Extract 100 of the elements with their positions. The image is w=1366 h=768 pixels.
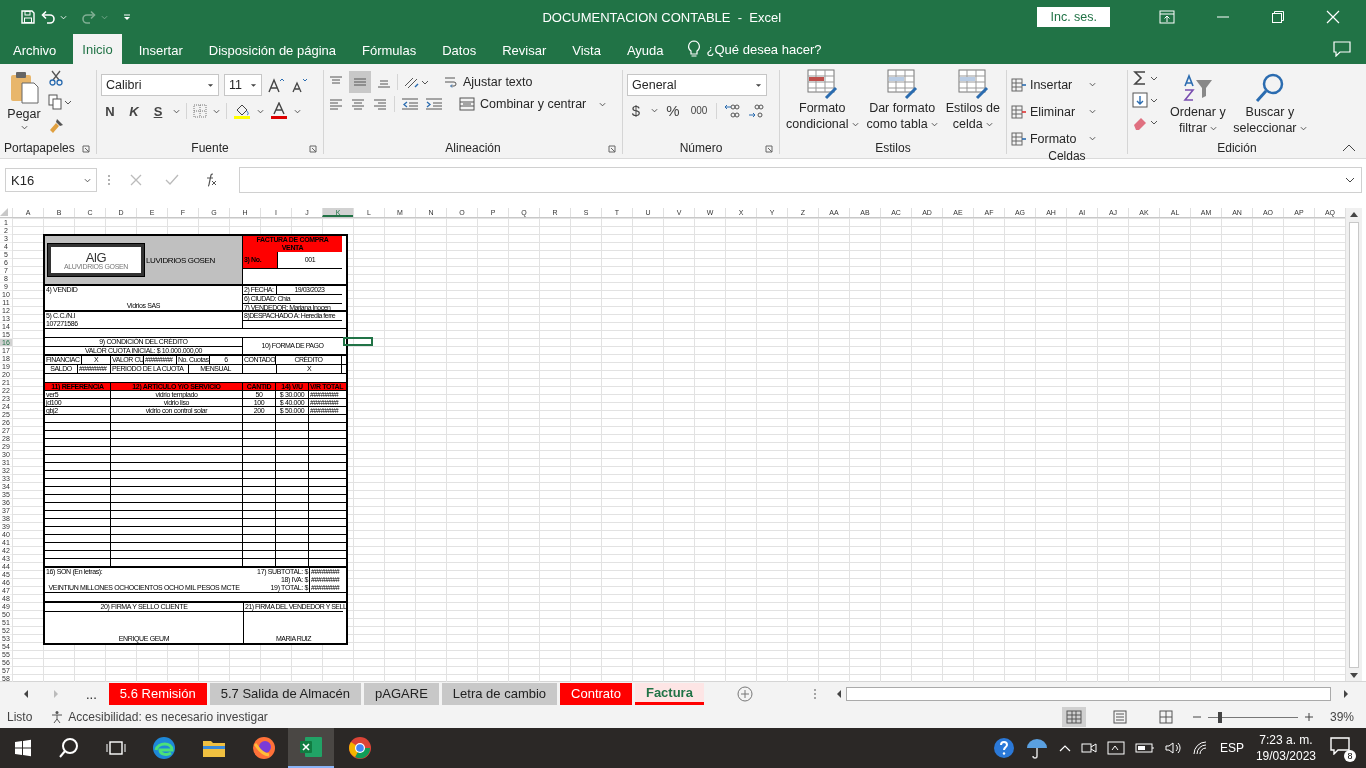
browser-fox-icon[interactable] — [252, 736, 276, 760]
cells-button[interactable]: Insertar — [1010, 74, 1096, 95]
ribbon-display-icon[interactable] — [1159, 10, 1175, 24]
ribbon-tab[interactable]: Fórmulas — [353, 36, 426, 64]
restore-icon[interactable] — [1271, 10, 1285, 24]
accessibility-status[interactable]: Accesibilidad: es necesario investigar — [50, 710, 268, 724]
tell-me-search[interactable]: ¿Qué desea hacer? — [706, 42, 1333, 64]
increase-font-size-icon[interactable] — [267, 77, 285, 93]
sheet-tab[interactable]: Letra de cambio — [441, 683, 558, 705]
fill-down-icon[interactable] — [1131, 92, 1160, 108]
decrease-indent-icon[interactable] — [401, 96, 419, 112]
styles-button[interactable]: Estilos de celda — [943, 68, 1002, 132]
sheet-tab[interactable]: Factura — [634, 683, 704, 705]
dialog-launcher-icon[interactable] — [765, 145, 773, 153]
close-icon[interactable] — [1326, 10, 1340, 24]
normal-view-icon[interactable] — [1061, 707, 1086, 727]
dialog-launcher-icon[interactable] — [309, 145, 317, 153]
decrease-decimal-icon[interactable] — [747, 102, 765, 119]
fill-color-icon[interactable] — [233, 102, 251, 120]
folder-icon[interactable] — [202, 738, 226, 758]
name-box[interactable]: K16 — [5, 168, 97, 192]
camera-icon[interactable] — [1080, 741, 1097, 755]
browser-round-icon[interactable] — [348, 736, 372, 760]
comment-icon[interactable] — [1333, 41, 1351, 57]
underline-button[interactable]: S — [149, 103, 167, 119]
scroll-right-icon[interactable] — [1342, 689, 1350, 699]
caret-icon[interactable] — [257, 107, 264, 115]
chevron-up-icon[interactable] — [1058, 744, 1071, 752]
currency-format-button[interactable]: $ — [627, 102, 645, 119]
more-sheets-button[interactable]: ... — [86, 686, 97, 702]
bold-button[interactable]: N — [101, 103, 119, 119]
caret-icon[interactable] — [173, 107, 180, 115]
speaker-icon[interactable] — [1164, 741, 1183, 755]
selected-cell[interactable] — [343, 337, 373, 346]
zoom-level[interactable]: 39% — [1329, 710, 1354, 724]
percent-style-button[interactable]: % — [664, 102, 682, 119]
sheet-tab[interactable]: Contrato — [560, 683, 632, 705]
dialog-launcher-icon[interactable] — [608, 145, 616, 153]
windows-start-icon[interactable] — [14, 739, 32, 757]
sheet-tab[interactable]: 5.7 Salida de Almacén — [209, 683, 362, 705]
dialog-launcher-icon[interactable] — [82, 145, 90, 153]
caret-icon[interactable] — [651, 107, 658, 114]
ribbon-tab[interactable]: Inicio — [73, 34, 122, 64]
lightbulb-icon[interactable] — [686, 40, 701, 58]
zoom-in-icon[interactable] — [1303, 712, 1314, 722]
sheet-tab[interactable]: 5.6 Remisión — [108, 683, 207, 705]
caret-icon[interactable] — [294, 107, 301, 115]
customize-toolbar-icon[interactable] — [122, 12, 132, 22]
wrap-text-button[interactable]: Ajustar texto — [444, 75, 533, 89]
add-sheet-icon[interactable] — [736, 686, 753, 702]
umbrella-icon[interactable] — [1024, 737, 1049, 759]
scroll-thumb[interactable] — [1349, 222, 1359, 668]
ribbon-tab[interactable]: Insertar — [129, 36, 192, 64]
decrease-font-size-icon[interactable] — [290, 77, 308, 93]
clock-date[interactable]: 19/03/2023 — [1255, 748, 1316, 764]
vertical-scrollbar[interactable] — [1345, 208, 1362, 684]
cells-button[interactable]: Formato — [1010, 128, 1096, 149]
sign-in-button[interactable]: Inc. ses. — [1037, 7, 1110, 27]
copy-icon[interactable] — [48, 94, 72, 110]
paste-button[interactable]: Pegar — [4, 68, 44, 131]
styles-button[interactable]: Dar formato como tabla — [864, 68, 940, 132]
formula-input[interactable] — [239, 167, 1362, 193]
task-view-icon[interactable] — [106, 739, 126, 757]
ribbon-tab[interactable]: Archivo — [4, 36, 66, 64]
sheet-tab[interactable]: pAGARE — [364, 683, 439, 705]
previous-sheet-icon[interactable] — [22, 689, 30, 699]
expand-icon[interactable] — [1345, 176, 1355, 184]
notifications-button[interactable]: 8 — [1330, 737, 1354, 759]
sort-filter-button[interactable]: Ordenar y filtrar — [1163, 68, 1232, 136]
increase-decimal-icon[interactable] — [723, 102, 741, 119]
increase-indent-icon[interactable] — [425, 96, 443, 112]
undo-icon[interactable] — [40, 9, 56, 25]
page-break-icon[interactable] — [1158, 710, 1173, 724]
zoom-slider-thumb[interactable] — [1217, 711, 1222, 723]
clock-time[interactable]: 7:23 a. m. — [1259, 732, 1313, 748]
autosum-icon[interactable] — [1131, 70, 1160, 86]
styles-button[interactable]: Formato condicional — [784, 68, 861, 132]
merge-center-button[interactable]: Combinar y centrar — [459, 97, 607, 111]
input-language[interactable]: ESP — [1219, 741, 1244, 755]
help-icon[interactable] — [992, 737, 1015, 759]
ribbon-tab[interactable]: Datos — [433, 36, 486, 64]
collapse-ribbon-icon[interactable] — [1342, 144, 1356, 152]
caret-icon[interactable] — [213, 107, 220, 115]
cells-button[interactable]: Eliminar — [1010, 101, 1096, 122]
comma-style-button[interactable]: 000 — [688, 105, 710, 116]
ribbon-tab[interactable]: Disposición de página — [199, 36, 345, 64]
scroll-up-icon[interactable] — [1349, 210, 1359, 218]
font-color-icon[interactable] — [270, 102, 288, 120]
find-select-button[interactable]: Buscar y seleccionar — [1235, 68, 1304, 136]
display-icon[interactable] — [1106, 741, 1125, 755]
caret-icon[interactable] — [60, 13, 67, 21]
spreadsheet-app-icon[interactable] — [299, 735, 323, 759]
ribbon-tab[interactable]: Vista — [563, 36, 610, 64]
battery-icon[interactable] — [1134, 743, 1155, 753]
save-icon[interactable] — [20, 9, 36, 25]
scissors-icon[interactable] — [48, 70, 64, 86]
italic-button[interactable]: K — [125, 103, 143, 119]
browser-icon[interactable] — [152, 736, 176, 760]
ribbon-tab[interactable]: Revisar — [493, 36, 556, 64]
font-size-dropdown[interactable]: 11 — [224, 74, 262, 96]
